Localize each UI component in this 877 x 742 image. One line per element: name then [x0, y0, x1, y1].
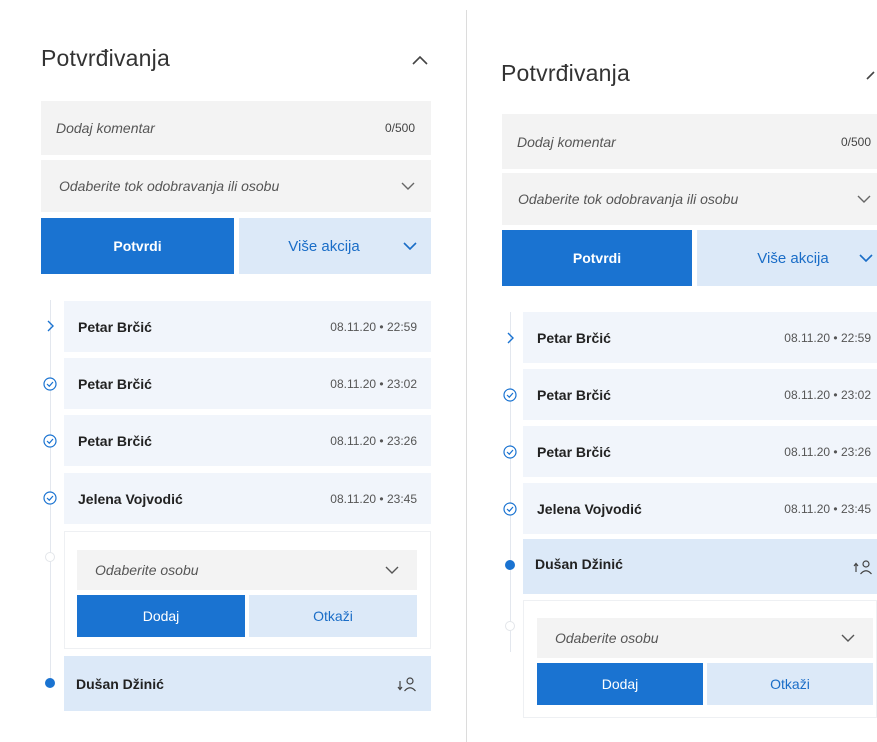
add-person-box: Odaberite osobu Dodaj Otkaži	[64, 531, 431, 649]
timeline-entry[interactable]: Petar Brčić 08.11.20 • 23:26	[64, 415, 431, 466]
entry-time: 08.11.20 • 23:02	[330, 376, 417, 391]
timeline-line	[50, 300, 51, 680]
current-approver-name: Dušan Džinić	[76, 675, 164, 692]
check-circle-icon	[43, 491, 57, 505]
entry-time: 08.11.20 • 23:45	[784, 501, 871, 516]
timeline-entry[interactable]: Petar Brčić 08.11.20 • 23:26	[523, 426, 877, 477]
person-select[interactable]: Odaberite osobu	[77, 550, 417, 590]
panel-title: Potvrđivanja	[41, 45, 170, 71]
current-approver-name: Dušan Džinić	[535, 555, 623, 572]
timeline-current-dot	[505, 560, 515, 570]
cancel-button[interactable]: Otkaži	[707, 663, 873, 705]
add-person-box: Odaberite osobu Dodaj Otkaži	[523, 600, 877, 718]
chevron-down-icon	[401, 182, 415, 190]
timeline-current-dot	[45, 678, 55, 688]
entry-time: 08.11.20 • 23:45	[330, 491, 417, 506]
check-circle-icon	[503, 502, 517, 516]
timeline-entry[interactable]: Jelena Vojvodić 08.11.20 • 23:45	[64, 473, 431, 524]
more-actions-label: Više akcija	[288, 237, 360, 255]
timeline-entry[interactable]: Petar Brčić 08.11.20 • 22:59	[523, 312, 877, 363]
check-circle-icon	[503, 388, 517, 402]
comment-input[interactable]: Dodaj komentar 0/500	[41, 101, 431, 155]
current-approver[interactable]: Dušan Džinić	[523, 539, 877, 594]
entry-name: Jelena Vojvodić	[537, 500, 642, 517]
comment-placeholder: Dodaj komentar	[517, 133, 616, 150]
add-button[interactable]: Dodaj	[537, 663, 703, 705]
entry-name: Petar Brčić	[537, 329, 611, 346]
more-actions-button[interactable]: Više akcija	[697, 230, 877, 286]
timeline-pending-marker	[505, 621, 515, 631]
chevron-down-icon	[859, 254, 873, 262]
confirm-button[interactable]: Potvrdi	[502, 230, 692, 286]
entry-name: Petar Brčić	[78, 375, 152, 392]
check-circle-icon	[43, 434, 57, 448]
entry-time: 08.11.20 • 23:26	[330, 433, 417, 448]
entry-name: Petar Brčić	[537, 386, 611, 403]
comment-input[interactable]: Dodaj komentar 0/500	[502, 114, 877, 169]
chevron-up-icon[interactable]	[412, 55, 428, 65]
timeline-entry[interactable]: Jelena Vojvodić 08.11.20 • 23:45	[523, 483, 877, 534]
current-approver[interactable]: Dušan Džinić	[64, 656, 431, 711]
chevron-down-icon	[385, 566, 399, 574]
comment-counter: 0/500	[384, 121, 415, 135]
chevron-down-icon	[857, 195, 871, 203]
timeline-entry[interactable]: Petar Brčić 08.11.20 • 23:02	[523, 369, 877, 420]
entry-time: 08.11.20 • 22:59	[784, 330, 871, 345]
entry-name: Petar Brčić	[537, 443, 611, 460]
timeline-entry[interactable]: Petar Brčić 08.11.20 • 23:02	[64, 358, 431, 409]
comment-placeholder: Dodaj komentar	[56, 120, 155, 136]
flow-select[interactable]: Odaberite tok odobravanja ili osobu	[41, 160, 431, 212]
chevron-down-icon	[403, 242, 417, 250]
entry-time: 08.11.20 • 22:59	[330, 319, 417, 334]
chevron-right-icon[interactable]	[43, 319, 57, 333]
person-select-placeholder: Odaberite osobu	[95, 562, 199, 578]
flow-select[interactable]: Odaberite tok odobravanja ili osobu	[502, 173, 877, 225]
more-actions-label: Više akcija	[757, 249, 829, 267]
entry-name: Petar Brčić	[78, 432, 152, 449]
person-select[interactable]: Odaberite osobu	[537, 618, 873, 658]
entry-time: 08.11.20 • 23:26	[784, 444, 871, 459]
check-circle-icon	[503, 445, 517, 459]
entry-name: Jelena Vojvodić	[78, 490, 183, 507]
panel-title: Potvrđivanja	[501, 60, 630, 86]
person-select-placeholder: Odaberite osobu	[555, 630, 659, 646]
confirm-button[interactable]: Potvrdi	[41, 218, 234, 274]
move-person-up-icon[interactable]	[853, 559, 873, 575]
entry-name: Petar Brčić	[78, 318, 152, 335]
chevron-up-icon[interactable]	[866, 70, 877, 80]
flow-select-placeholder: Odaberite tok odobravanja ili osobu	[518, 191, 739, 207]
chevron-down-icon	[841, 634, 855, 642]
move-person-down-icon[interactable]	[397, 676, 417, 692]
comment-counter: 0/500	[840, 134, 871, 149]
timeline-entry[interactable]: Petar Brčić 08.11.20 • 22:59	[64, 301, 431, 352]
panel-divider	[466, 10, 467, 742]
flow-select-placeholder: Odaberite tok odobravanja ili osobu	[59, 178, 280, 194]
entry-time: 08.11.20 • 23:02	[784, 387, 871, 402]
cancel-button[interactable]: Otkaži	[249, 595, 417, 637]
add-button[interactable]: Dodaj	[77, 595, 245, 637]
chevron-right-icon[interactable]	[503, 331, 517, 345]
check-circle-icon	[43, 377, 57, 391]
timeline-pending-marker	[45, 552, 55, 562]
timeline-line	[510, 312, 511, 652]
more-actions-button[interactable]: Više akcija	[239, 218, 431, 274]
